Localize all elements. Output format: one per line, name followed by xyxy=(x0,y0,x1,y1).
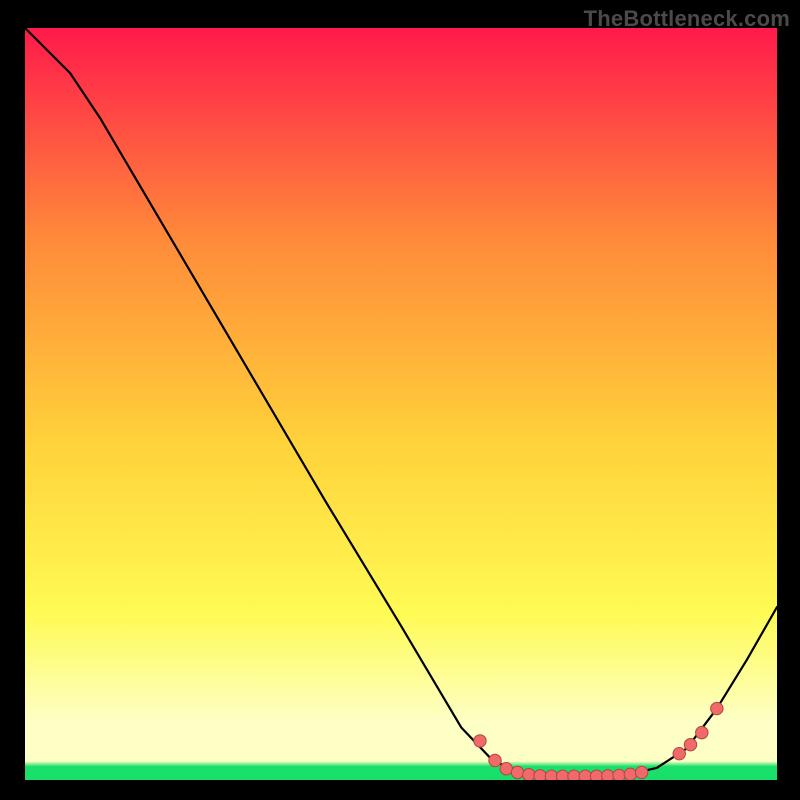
data-marker xyxy=(556,770,568,780)
data-marker xyxy=(711,702,723,714)
data-marker xyxy=(613,769,625,780)
data-marker xyxy=(511,766,523,778)
data-marker xyxy=(635,766,647,778)
data-marker xyxy=(500,763,512,775)
gradient-background xyxy=(25,28,777,780)
attribution-text: TheBottleneck.com xyxy=(584,6,790,32)
data-marker xyxy=(602,770,614,780)
data-marker xyxy=(684,738,696,750)
data-marker xyxy=(696,726,708,738)
data-marker xyxy=(489,754,501,766)
data-marker xyxy=(545,770,557,780)
data-marker xyxy=(474,735,486,747)
data-marker xyxy=(590,770,602,780)
chart-frame: TheBottleneck.com xyxy=(0,0,800,800)
data-marker xyxy=(624,768,636,780)
data-marker xyxy=(568,770,580,780)
chart-svg xyxy=(25,28,777,780)
data-marker xyxy=(673,747,685,759)
data-marker xyxy=(523,769,535,780)
data-marker xyxy=(579,770,591,780)
plot-area xyxy=(25,28,777,780)
data-marker xyxy=(534,770,546,780)
